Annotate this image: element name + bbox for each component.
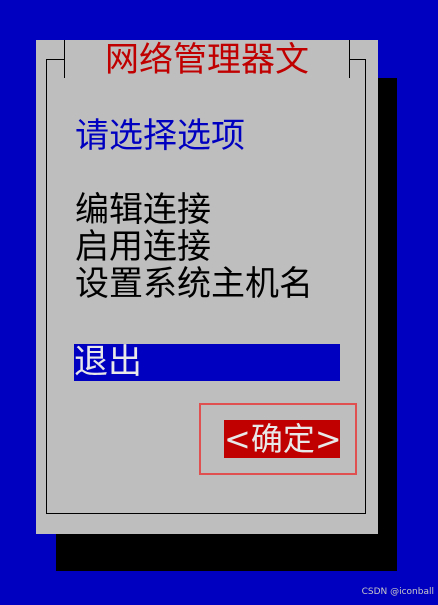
prompt-label: 请选择选项	[75, 116, 245, 156]
dialog-title: 网络管理器文	[105, 40, 309, 80]
title-left-tick	[64, 40, 65, 78]
network-manager-dialog: 网络管理器文 请选择选项 编辑连接 启用连接 设置系统主机名 退出 <确定>	[36, 40, 378, 534]
menu-item-quit[interactable]: 退出	[74, 344, 340, 381]
menu-item-set-hostname[interactable]: 设置系统主机名	[75, 266, 313, 303]
menu-item-activate-connection[interactable]: 启用连接	[75, 229, 211, 266]
watermark: CSDN @iconball	[361, 587, 434, 597]
menu-item-edit-connection[interactable]: 编辑连接	[75, 192, 211, 229]
title-right-tick	[349, 40, 350, 78]
ok-button[interactable]: <确定>	[224, 420, 342, 458]
